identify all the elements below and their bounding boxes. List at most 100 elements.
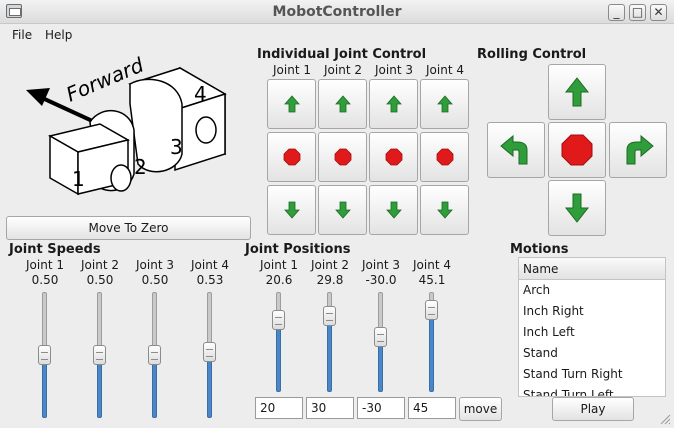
position-joint-1-slider[interactable] [269, 292, 289, 392]
ijc-joint-1-label: Joint 1 [273, 63, 311, 77]
slider-handle[interactable] [203, 342, 216, 362]
arrow-up-icon [564, 77, 590, 107]
ijc-joint-4-label: Joint 4 [426, 63, 464, 77]
speed-joint-4-value: 0.53 [196, 273, 224, 287]
speed-joint-3-slider[interactable] [145, 292, 165, 418]
menu-bar: File Help [0, 25, 674, 45]
motions-list: Name Arch Inch Right Inch Left Stand Stand T… [518, 257, 666, 397]
motions-title: Motions [510, 242, 569, 257]
speed-joint-1-value: 0.50 [31, 273, 59, 287]
minimize-button[interactable]: _ [608, 4, 625, 21]
slider-fill [42, 361, 47, 418]
play-button[interactable]: Play [552, 397, 634, 421]
joint-3-stop-button[interactable] [369, 132, 418, 182]
move-button[interactable]: move [459, 397, 502, 421]
joint-2-stop-button[interactable] [318, 132, 367, 182]
stop-icon [283, 148, 300, 166]
individual-joint-control-title: Individual Joint Control [257, 47, 427, 62]
close-button[interactable]: ✕ [650, 4, 667, 21]
position-joint-3-input[interactable]: -30 [357, 397, 405, 419]
speed-joint-3-label: Joint 3 [136, 258, 174, 272]
slider-fill [207, 358, 212, 418]
slider-track [42, 292, 47, 349]
position-joint-2-slider[interactable] [320, 292, 340, 392]
robot-diagram: Forward 1 2 3 4 [26, 53, 227, 196]
motion-list-item[interactable]: Stand Turn Right [519, 364, 665, 385]
position-joint-4-value: 45.1 [418, 273, 446, 287]
roll-left-button[interactable] [487, 122, 545, 178]
turn-left-icon [500, 134, 528, 165]
joint-3-down-button[interactable] [369, 185, 418, 235]
position-joint-1-input[interactable]: 20 [255, 397, 303, 419]
arrow-down-icon [385, 201, 402, 219]
slider-fill [429, 316, 434, 392]
stop-icon [385, 148, 402, 166]
slider-handle[interactable] [425, 300, 438, 320]
motion-list-item[interactable]: Inch Right [519, 301, 665, 322]
slider-handle[interactable] [272, 310, 285, 330]
motion-list-item[interactable]: Inch Left [519, 322, 665, 343]
slider-fill [276, 326, 281, 392]
stop-icon [436, 148, 453, 166]
joint-number-4: 4 [194, 82, 207, 106]
maximize-icon: □ [631, 5, 644, 19]
position-joint-4-slider[interactable] [422, 292, 442, 392]
joint-1-up-button[interactable] [267, 79, 316, 129]
resize-grip-icon[interactable] [657, 411, 671, 425]
joint-2-up-button[interactable] [318, 79, 367, 129]
play-label: Play [580, 402, 606, 416]
menu-help[interactable]: Help [45, 28, 72, 42]
slider-fill [97, 361, 102, 418]
slider-handle[interactable] [38, 345, 51, 365]
joint-2-down-button[interactable] [318, 185, 367, 235]
window-title: MobotController [272, 4, 402, 20]
joint-4-stop-button[interactable] [420, 132, 469, 182]
roll-forward-button[interactable] [548, 64, 606, 120]
arrow-up-icon [436, 95, 453, 113]
motion-list-item[interactable]: Stand Turn Left [519, 385, 665, 396]
slider-fill [378, 343, 383, 392]
stop-icon [334, 148, 351, 166]
roll-backward-button[interactable] [548, 180, 606, 236]
position-joint-4-input[interactable]: 45 [408, 397, 456, 419]
position-joint-2-input[interactable]: 30 [306, 397, 354, 419]
slider-handle[interactable] [374, 327, 387, 347]
joint-positions-title: Joint Positions [245, 242, 351, 257]
joint-4-down-button[interactable] [420, 185, 469, 235]
joint-number-2: 2 [134, 155, 147, 179]
position-joint-3-slider[interactable] [371, 292, 391, 392]
slider-track [207, 292, 212, 346]
motions-name-column-header[interactable]: Name [519, 258, 665, 280]
joint-1-down-button[interactable] [267, 185, 316, 235]
move-label: move [463, 402, 498, 416]
move-to-zero-button[interactable]: Move To Zero [6, 216, 251, 240]
rolling-control-title: Rolling Control [477, 47, 587, 62]
turn-right-icon [626, 134, 654, 165]
speed-joint-2-slider[interactable] [90, 292, 110, 418]
slider-handle[interactable] [148, 345, 161, 365]
speed-joint-4-label: Joint 4 [191, 258, 229, 272]
joint-3-up-button[interactable] [369, 79, 418, 129]
slider-fill [327, 322, 332, 392]
joint-1-stop-button[interactable] [267, 132, 316, 182]
speed-joint-4-slider[interactable] [200, 292, 220, 418]
slider-handle[interactable] [93, 345, 106, 365]
arrow-down-icon [564, 193, 590, 223]
close-icon: ✕ [653, 5, 664, 19]
menu-file[interactable]: File [12, 28, 32, 42]
position-joint-4-label: Joint 4 [413, 258, 451, 272]
joint-number-1: 1 [72, 167, 85, 191]
speed-joint-1-slider[interactable] [35, 292, 55, 418]
roll-stop-button[interactable] [548, 122, 606, 178]
motion-list-item[interactable]: Stand [519, 343, 665, 364]
arrow-down-icon [283, 201, 300, 219]
roll-right-button[interactable] [609, 122, 667, 178]
maximize-button[interactable]: □ [629, 4, 646, 21]
slider-handle[interactable] [323, 306, 336, 326]
motion-list-item[interactable]: Arch [519, 280, 665, 301]
stop-icon [561, 134, 593, 166]
ijc-joint-2-label: Joint 2 [324, 63, 362, 77]
joint-speeds-title: Joint Speeds [9, 242, 101, 257]
joint-4-up-button[interactable] [420, 79, 469, 129]
minimize-icon: _ [613, 5, 620, 19]
